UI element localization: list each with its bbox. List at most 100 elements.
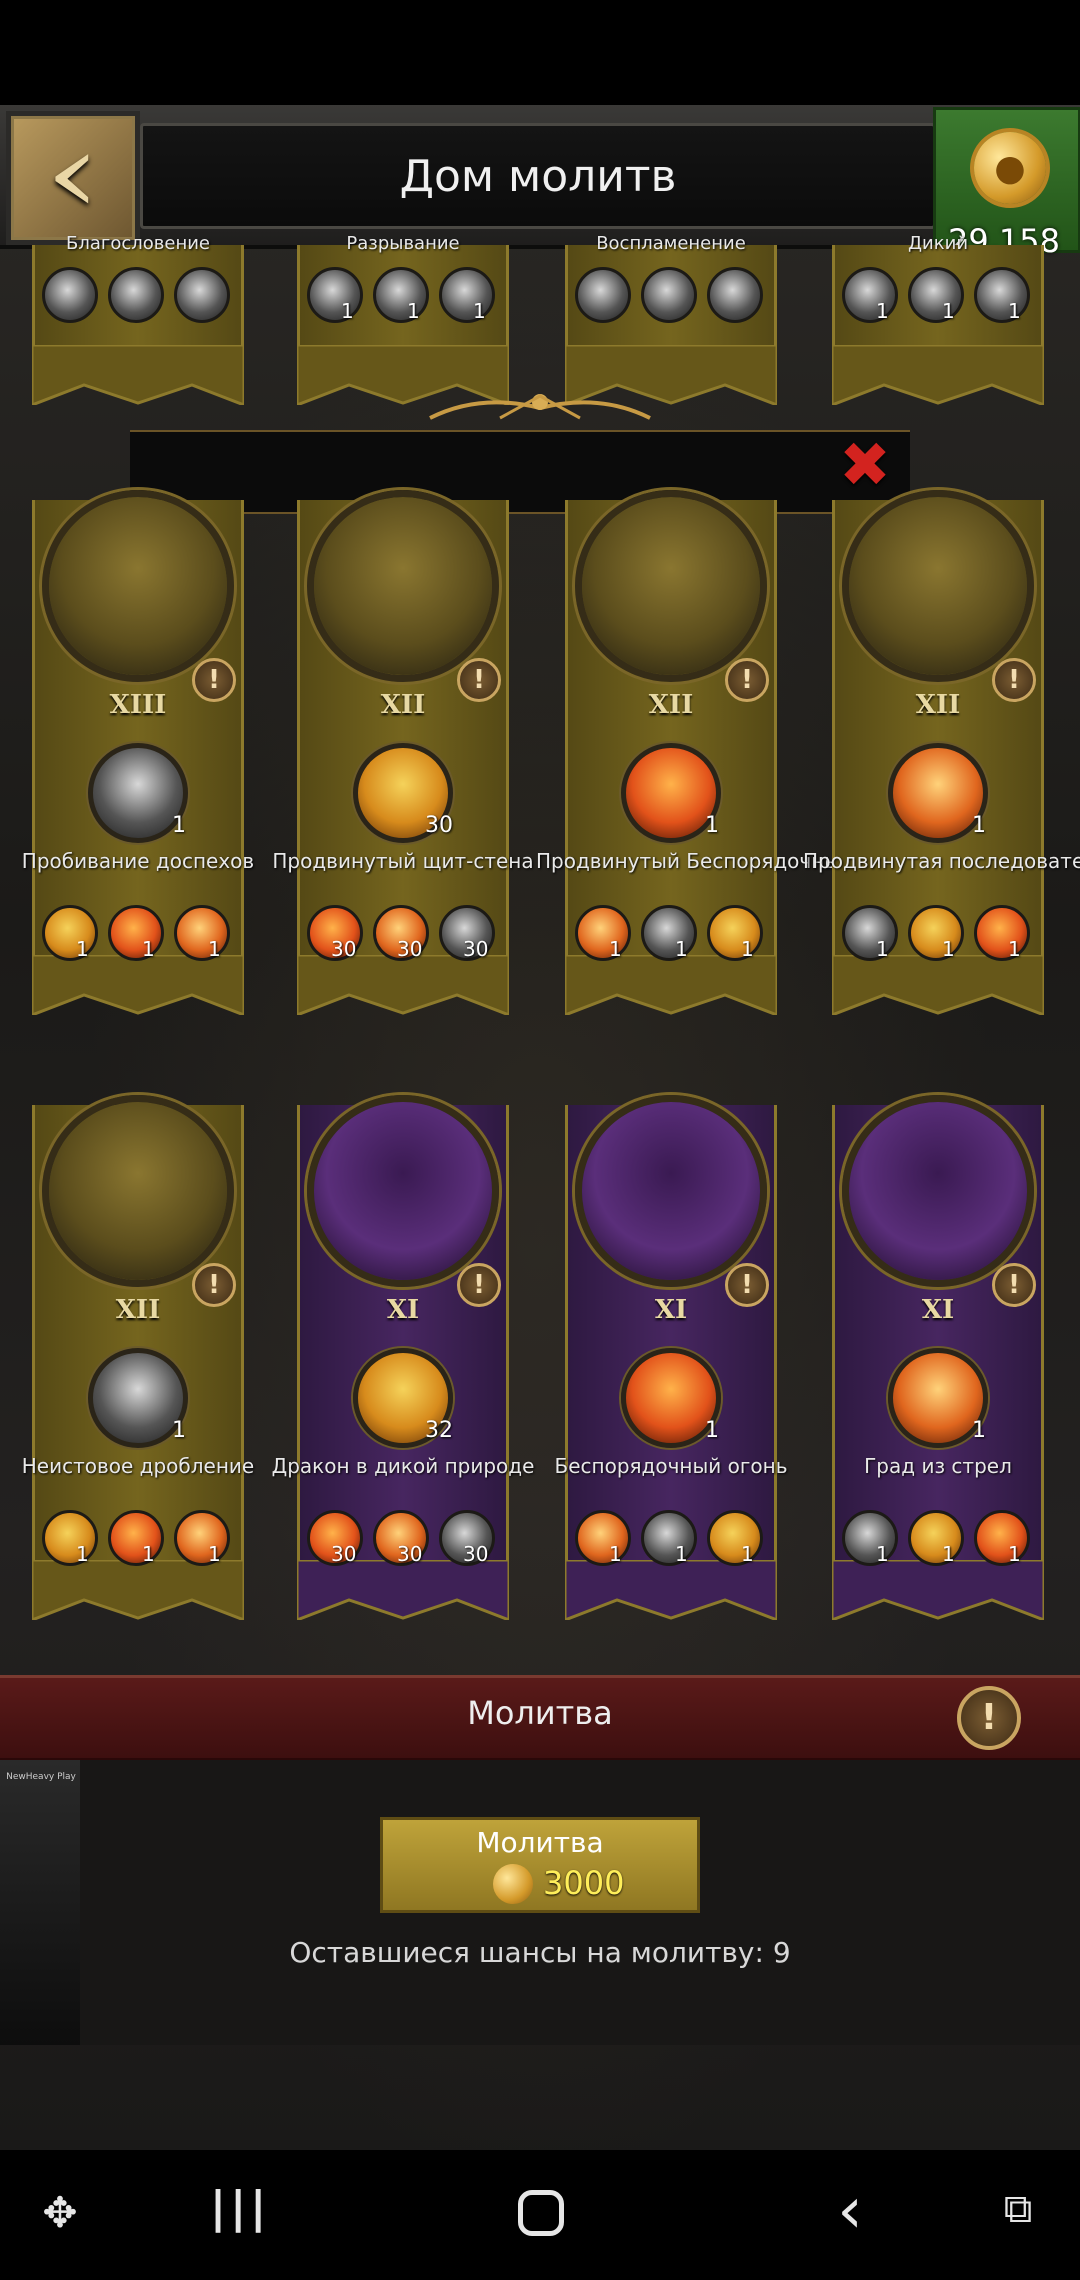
hero-card[interactable]: XII!1Продвинутая последовательная111	[803, 490, 1080, 1080]
hero-art	[849, 497, 1027, 675]
hero-card[interactable]: XII! 30 Продвинутый щит-стена 30 30 30	[272, 490, 534, 1080]
banner-tail	[832, 1560, 1044, 1620]
hero-card-partial[interactable]: Дикий 1 1 1	[832, 233, 1044, 405]
recents-icon[interactable]: |||	[210, 2182, 270, 2242]
sub-skill-icon[interactable]	[174, 267, 230, 323]
skill-count: 1	[972, 1418, 986, 1443]
hero-card-partial[interactable]: Воспламенение	[565, 233, 777, 405]
sub-skill-icon[interactable]	[174, 1510, 230, 1566]
banner-tail	[297, 1560, 509, 1620]
hero-card-partial[interactable]: Благословение	[32, 233, 244, 405]
skill-count: 1	[972, 813, 986, 838]
banner-tail	[565, 955, 777, 1015]
hero-card[interactable]: XIII! 1 Пробивание доспехов 1 1 1	[22, 490, 254, 1080]
prayer-panel: NewHeavy Play Молитва 3000 Оставшиеся ша…	[0, 1760, 1080, 2045]
sub-skill-count: 30	[397, 937, 423, 961]
hero-info-button[interactable]: !	[992, 1263, 1036, 1307]
hero-portrait[interactable]	[307, 1095, 499, 1287]
skill-count: 1	[705, 1418, 719, 1443]
hero-info-button[interactable]: !	[725, 658, 769, 702]
hero-info-button[interactable]: !	[725, 1263, 769, 1307]
prayer-info-button[interactable]: !	[957, 1686, 1021, 1750]
hero-info-button[interactable]: !	[992, 658, 1036, 702]
sub-skill-icon[interactable]	[307, 267, 363, 323]
hero-card[interactable]: XI! 32 Дракон в дикой природе 30 30 30	[272, 1095, 534, 1685]
skill-name: Дикий	[907, 233, 969, 254]
sub-skill-icon[interactable]	[707, 267, 763, 323]
gold-balance[interactable]: ● 29,158	[933, 107, 1080, 260]
sub-skill-icon[interactable]	[974, 267, 1030, 323]
close-icon[interactable]: ✖	[835, 434, 895, 496]
hero-card[interactable]: XII! 1 Продвинутый Беспорядочный 1 1 1	[536, 490, 853, 1080]
sub-skill-icon[interactable]	[42, 905, 98, 961]
side-banner[interactable]: NewHeavy Play	[0, 1760, 80, 2045]
back-nav-icon[interactable]: ‹	[820, 2176, 880, 2246]
sub-skill-icon[interactable]	[641, 267, 697, 323]
hero-art	[582, 497, 760, 675]
sub-skill-count: 30	[331, 937, 357, 961]
skill-name: Продвинутый Беспорядочный	[536, 849, 854, 873]
title-bar: Дом молитв	[140, 123, 936, 229]
hero-info-button[interactable]: !	[457, 658, 501, 702]
hero-info-button[interactable]: !	[192, 1263, 236, 1307]
sub-skill-icon[interactable]	[575, 267, 631, 323]
hero-portrait[interactable]	[42, 490, 234, 682]
sub-skill-icon[interactable]	[42, 1510, 98, 1566]
pray-button[interactable]: Молитва 3000	[380, 1817, 700, 1913]
sub-skill-count: 1	[675, 937, 688, 961]
skill-count: 32	[425, 1418, 453, 1443]
sub-skill-count: 1	[208, 937, 221, 961]
back-button[interactable]: ‹	[6, 111, 140, 245]
hero-card[interactable]: XII! 1 Неистовое дробление 1 1 1	[22, 1095, 254, 1685]
sub-skill-icon[interactable]	[842, 267, 898, 323]
hero-card[interactable]: XI! 1 Беспорядочный огонь 1 1 1	[554, 1095, 788, 1685]
pray-button-label: Молитва	[476, 1826, 604, 1859]
hero-info-button[interactable]: !	[192, 658, 236, 702]
hero-card-partial[interactable]: Разрывание 1 1 1	[297, 233, 509, 405]
hero-portrait[interactable]	[842, 1095, 1034, 1287]
sub-skill-icon[interactable]	[974, 905, 1030, 961]
hero-card[interactable]: XI! 1 Град из стрел 1 1 1	[832, 1095, 1044, 1685]
sub-skill-count: 30	[397, 1542, 423, 1566]
hero-portrait[interactable]	[307, 490, 499, 682]
sub-skill-icon[interactable]	[974, 1510, 1030, 1566]
skill-name: Продвинутая последовательная	[803, 849, 1080, 873]
sub-skill-icon[interactable]	[641, 1510, 697, 1566]
hero-portrait[interactable]	[842, 490, 1034, 682]
banner-tail	[297, 955, 509, 1015]
sub-skill-icon[interactable]	[842, 905, 898, 961]
skill-count: 1	[172, 813, 186, 838]
home-icon[interactable]	[518, 2190, 564, 2236]
hero-portrait[interactable]	[42, 1095, 234, 1287]
sub-skill-icon[interactable]	[108, 267, 164, 323]
sub-skill-icon[interactable]	[641, 905, 697, 961]
sub-skill-icon[interactable]	[575, 1510, 631, 1566]
sub-skill-icon[interactable]	[174, 905, 230, 961]
sub-skill-icon[interactable]	[842, 1510, 898, 1566]
hero-portrait[interactable]	[575, 1095, 767, 1287]
sub-skill-count: 1	[876, 1542, 889, 1566]
sub-skill-icon[interactable]	[108, 1510, 164, 1566]
sub-skill-icon[interactable]	[707, 905, 763, 961]
sub-skill-icon[interactable]	[908, 905, 964, 961]
sub-skill-icon[interactable]	[439, 267, 495, 323]
skill-name: Разрывание	[346, 233, 460, 254]
hero-info-button[interactable]: !	[457, 1263, 501, 1307]
game-tools-icon[interactable]: ✥	[30, 2188, 90, 2244]
sub-skill-icon[interactable]	[575, 905, 631, 961]
hero-portrait[interactable]	[575, 490, 767, 682]
sub-skill-icon[interactable]	[108, 905, 164, 961]
skill-name: Пробивание доспехов	[21, 849, 255, 873]
skill-name: Беспорядочный огонь	[554, 1454, 788, 1478]
sub-skill-count: 1	[741, 1542, 754, 1566]
sub-skill-icon[interactable]	[373, 267, 429, 323]
sub-skill-count: 1	[741, 937, 754, 961]
sub-skill-count: 1	[609, 1542, 622, 1566]
sub-skill-count: 1	[1008, 1542, 1021, 1566]
sub-skill-icon[interactable]	[908, 267, 964, 323]
sub-skill-icon[interactable]	[707, 1510, 763, 1566]
side-logo: NewHeavy Play	[6, 1772, 76, 1782]
sub-skill-icon[interactable]	[908, 1510, 964, 1566]
screen-rotate-icon[interactable]: ⧉	[990, 2186, 1046, 2242]
sub-skill-icon[interactable]	[42, 267, 98, 323]
